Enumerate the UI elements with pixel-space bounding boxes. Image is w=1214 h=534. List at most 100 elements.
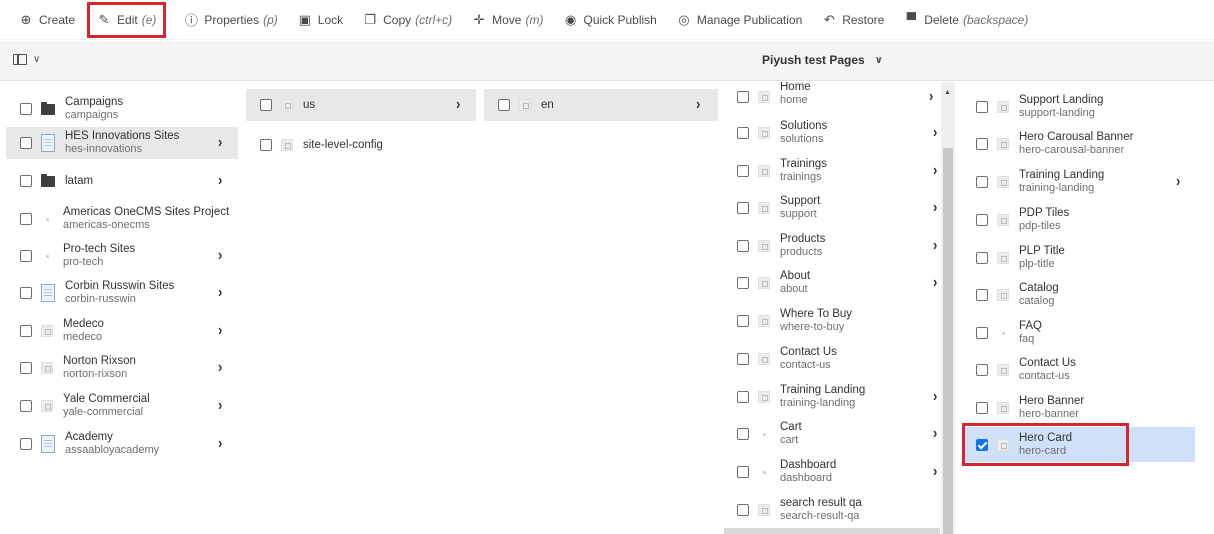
item-title: FAQ: [1019, 320, 1043, 332]
list-item[interactable]: PLP Title plp-title: [962, 243, 1196, 273]
checkbox[interactable]: [737, 127, 749, 139]
list-item[interactable]: Trainings trainings ›: [723, 156, 941, 186]
item-title: Contact Us: [780, 346, 837, 358]
list-item[interactable]: Where To Buy where-to-buy: [723, 306, 941, 336]
checkbox[interactable]: [20, 325, 32, 337]
list-item[interactable]: latam ›: [0, 167, 243, 195]
list-item[interactable]: Cart cart ›: [723, 419, 941, 449]
checkbox[interactable]: [737, 91, 749, 103]
checkbox[interactable]: [20, 175, 32, 187]
rail-toggle-button[interactable]: ∨: [13, 54, 40, 65]
list-item[interactable]: HES Innovations Sites hes-innovations ›: [6, 127, 238, 159]
scroll-up-icon[interactable]: ▲: [944, 89, 951, 96]
checkbox[interactable]: [976, 252, 988, 264]
checkbox[interactable]: [20, 400, 32, 412]
properties-button[interactable]: ⓘ Properties (p): [177, 5, 284, 35]
edit-button[interactable]: ✎ Edit (e): [87, 1, 167, 38]
list-item[interactable]: Hero Carousal Banner hero-carousal-banner: [962, 129, 1196, 159]
page-thumbnail-icon: [997, 138, 1009, 150]
checkbox[interactable]: [737, 428, 749, 440]
item-name: search-result-qa: [780, 510, 860, 522]
list-item[interactable]: Support Landing support-landing: [962, 92, 1196, 122]
item-name: home: [780, 93, 808, 106]
list-item[interactable]: Support support ›: [723, 193, 941, 223]
checkbox[interactable]: [20, 103, 32, 115]
item-title: Trainings: [780, 158, 827, 170]
list-item[interactable]: site-level-config: [246, 130, 476, 160]
restore-button[interactable]: ↶ Restore: [815, 5, 891, 35]
page-thumbnail-icon: [997, 101, 1009, 113]
checkbox[interactable]: [20, 362, 32, 374]
list-item[interactable]: Academy assaabloyacademy ›: [0, 429, 243, 459]
checkbox[interactable]: [20, 438, 32, 450]
checkbox[interactable]: [737, 391, 749, 403]
create-button[interactable]: ⊕ Create: [12, 5, 82, 35]
column-4: Home home › Solutions solutions › Training…: [723, 82, 941, 534]
checkbox[interactable]: [737, 277, 749, 289]
breadcrumb[interactable]: Piyush test Pages ∨: [762, 53, 883, 67]
list-item[interactable]: Solutions solutions ›: [723, 118, 941, 148]
item-name: support: [780, 208, 817, 220]
checkbox[interactable]: [737, 315, 749, 327]
checkbox[interactable]: [737, 504, 749, 516]
checkbox[interactable]: [737, 466, 749, 478]
manage-publication-button[interactable]: ◎ Manage Publication: [670, 5, 809, 35]
copy-button[interactable]: ❐ Copy (ctrl+c): [356, 5, 459, 35]
list-item[interactable]: Yale Commercial yale-commercial ›: [0, 391, 243, 421]
checkbox[interactable]: [976, 364, 988, 376]
checkbox[interactable]: [737, 240, 749, 252]
list-item[interactable]: Dashboard dashboard ›: [723, 457, 941, 487]
list-item[interactable]: Americas OneCMS Sites Project americas-on…: [0, 204, 243, 234]
scrollbar-thumb[interactable]: [943, 148, 953, 534]
item-name: campaigns: [65, 109, 119, 121]
item-title: PDP Tiles: [1019, 207, 1070, 219]
horizontal-scrollbar[interactable]: [724, 528, 940, 534]
chevron-right-icon: ›: [218, 245, 223, 264]
checkbox[interactable]: [260, 99, 272, 111]
list-item[interactable]: About about ›: [723, 268, 941, 298]
checkbox[interactable]: [976, 327, 988, 339]
checkbox[interactable]: [976, 402, 988, 414]
checkbox[interactable]: [737, 202, 749, 214]
list-item[interactable]: en ›: [484, 89, 718, 121]
list-item[interactable]: Medeco medeco ›: [0, 316, 243, 346]
checkbox[interactable]: [976, 176, 988, 188]
action-toolbar: ⊕ Create ✎ Edit (e) ⓘ Properties (p) ▣ L…: [0, 0, 1214, 40]
checkbox[interactable]: [976, 138, 988, 150]
list-item[interactable]: Products products ›: [723, 231, 941, 261]
list-item[interactable]: Home home ›: [723, 82, 941, 112]
list-item[interactable]: Contact Us contact-us: [723, 344, 941, 374]
delete-button[interactable]: ▀ Delete (backspace): [897, 5, 1035, 35]
lock-button[interactable]: ▣ Lock: [291, 5, 350, 35]
rail-icon: [13, 54, 27, 65]
page-thumbnail-icon: [41, 325, 53, 337]
list-item[interactable]: Catalog catalog: [962, 280, 1196, 310]
list-item[interactable]: FAQ faq: [962, 318, 1196, 348]
checkbox[interactable]: [737, 353, 749, 365]
list-item[interactable]: Training Landing training-landing ›: [962, 167, 1196, 197]
checkbox[interactable]: [20, 250, 32, 262]
move-button[interactable]: ✛ Move (m): [465, 5, 550, 35]
list-item[interactable]: Hero Banner hero-banner: [962, 393, 1196, 423]
list-item[interactable]: us ›: [246, 89, 476, 121]
list-item[interactable]: Corbin Russwin Sites corbin-russwin ›: [0, 278, 243, 308]
chevron-right-icon: ›: [218, 282, 223, 301]
checkbox[interactable]: [20, 137, 32, 149]
list-item[interactable]: Norton Rixson norton-rixson ›: [0, 353, 243, 383]
checkbox[interactable]: [498, 99, 510, 111]
quick-publish-button[interactable]: ◉ Quick Publish: [556, 5, 663, 35]
checkbox[interactable]: [737, 165, 749, 177]
chevron-right-icon: ›: [933, 272, 938, 291]
checkbox[interactable]: [976, 101, 988, 113]
list-item[interactable]: search result qa search-result-qa: [723, 495, 941, 525]
list-item[interactable]: Campaigns campaigns: [0, 94, 243, 124]
list-item[interactable]: Contact Us contact-us: [962, 355, 1196, 385]
list-item[interactable]: PDP Tiles pdp-tiles: [962, 205, 1196, 235]
checkbox[interactable]: [976, 214, 988, 226]
checkbox[interactable]: [20, 287, 32, 299]
list-item[interactable]: Pro-tech Sites pro-tech ›: [0, 241, 243, 271]
checkbox[interactable]: [976, 289, 988, 301]
checkbox[interactable]: [260, 139, 272, 151]
list-item[interactable]: Training Landing training-landing ›: [723, 382, 941, 412]
checkbox[interactable]: [20, 213, 32, 225]
